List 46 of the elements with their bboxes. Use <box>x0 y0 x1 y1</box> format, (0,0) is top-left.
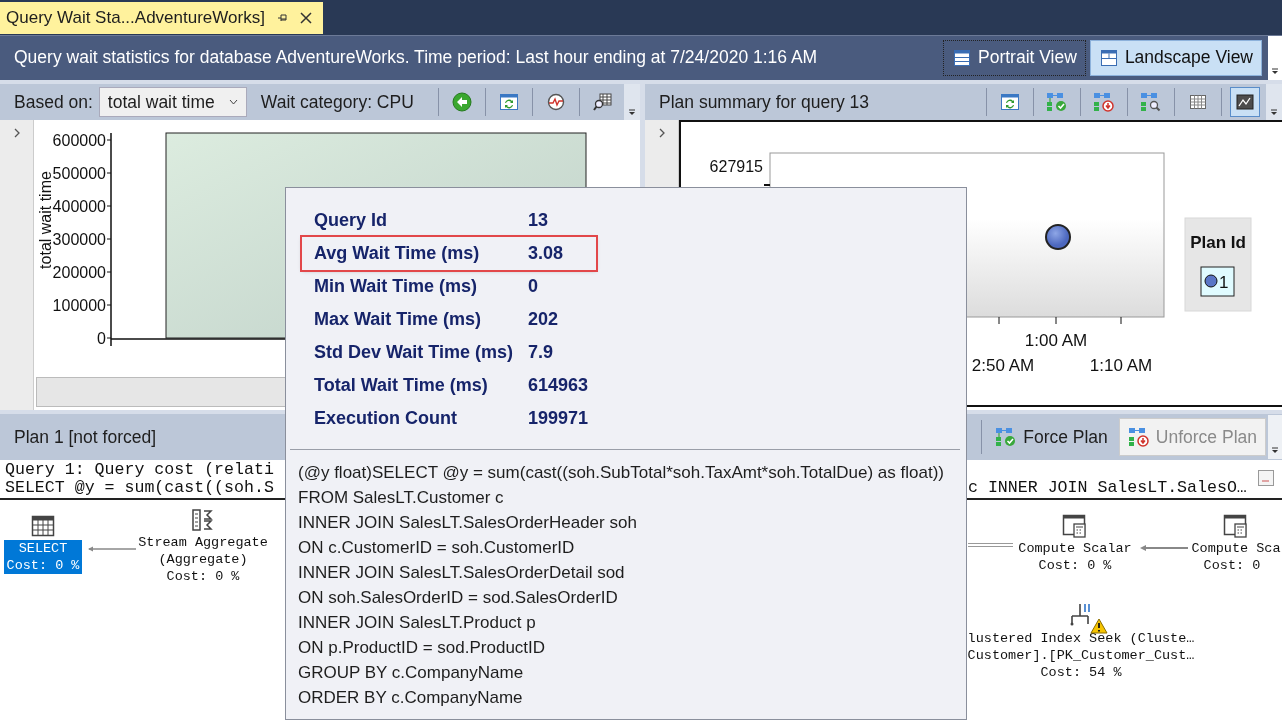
query-text-line: c INNER JOIN SalesLT.SalesO… <box>968 479 1247 497</box>
axis-tick-label: 627915 <box>709 158 763 175</box>
stat-value: 199971 <box>528 408 589 429</box>
query-text-line: Query 1: Query cost (relati <box>5 460 274 479</box>
stat-value: 202 <box>528 309 559 330</box>
sql-text-line: ON p.ProductID = sod.ProductID <box>298 637 547 659</box>
axis-tick-label: 1:10 AM <box>1089 356 1153 375</box>
stat-label: Total Wait Time (ms) <box>314 375 489 396</box>
stat-label: Std Dev Wait Time (ms) <box>314 342 515 363</box>
axis-tick-label: 0 <box>97 330 106 347</box>
stat-label: Query Id <box>314 210 389 231</box>
axis-tick-label: 100000 <box>52 297 106 314</box>
stat-label: Max Wait Time (ms) <box>314 309 483 330</box>
sql-text-line: ON soh.SalesOrderID = sod.SalesOrderID <box>298 587 619 609</box>
plan-summary-title: Plan summary for query 13 <box>659 91 870 113</box>
legend-label: 1 <box>1219 273 1229 292</box>
stat-value: 3.08 <box>528 243 564 264</box>
stat-label: Min Wait Time (ms) <box>314 276 478 297</box>
stat-label: Avg Wait Time (ms) <box>314 243 481 264</box>
sql-text-line: INNER JOIN SalesLT.Product p <box>298 612 537 634</box>
axis-tick-label: 600000 <box>52 132 106 149</box>
sql-text-line: INNER JOIN SalesLT.SalesOrderDetail sod <box>298 562 626 584</box>
axis-tick-label: 500000 <box>52 165 106 182</box>
sql-text-line: FROM SalesLT.Customer c <box>298 487 505 509</box>
sql-text-line: ON c.CustomerID = soh.CustomerID <box>298 537 576 559</box>
based-on-label: Based on: <box>14 91 93 113</box>
legend-title: Plan Id <box>1190 233 1246 252</box>
axis-tick-label: 2:50 AM <box>971 356 1035 375</box>
sql-text-line: INNER JOIN SalesLT.SalesOrderHeader soh <box>298 512 638 534</box>
axis-tick-label: 300000 <box>52 231 106 248</box>
stat-value: 614963 <box>528 375 589 396</box>
axis-tick-label: 400000 <box>52 198 106 215</box>
sql-text-line: ORDER BY c.CompanyName <box>298 687 524 709</box>
y-axis-label: total wait time <box>37 171 54 269</box>
stat-value: 0 <box>528 276 538 297</box>
plan-title: Plan 1 [not forced] <box>14 426 158 448</box>
stat-label: Execution Count <box>314 408 458 429</box>
stat-value: 13 <box>528 210 549 231</box>
axis-tick-label: 1:00 AM <box>1024 331 1088 350</box>
query-text-line: SELECT @y = sum(cast((soh.S <box>5 478 274 497</box>
header-title: Query wait statistics for database AdventureWorks. Time period: Last hour ending at 7/24/2020 1:16 AM <box>13 47 819 69</box>
sql-text-line: GROUP BY c.CompanyName <box>298 662 525 684</box>
sql-text-line: (@y float)SELECT @y = sum(cast((soh.SubTotal*soh.TaxAmt*soh.TotalDue) as float)) <box>298 462 945 484</box>
wait-category-label: Wait category: CPU <box>260 91 414 113</box>
axis-tick-label: 200000 <box>52 264 106 281</box>
stat-value: 7.9 <box>528 342 554 363</box>
